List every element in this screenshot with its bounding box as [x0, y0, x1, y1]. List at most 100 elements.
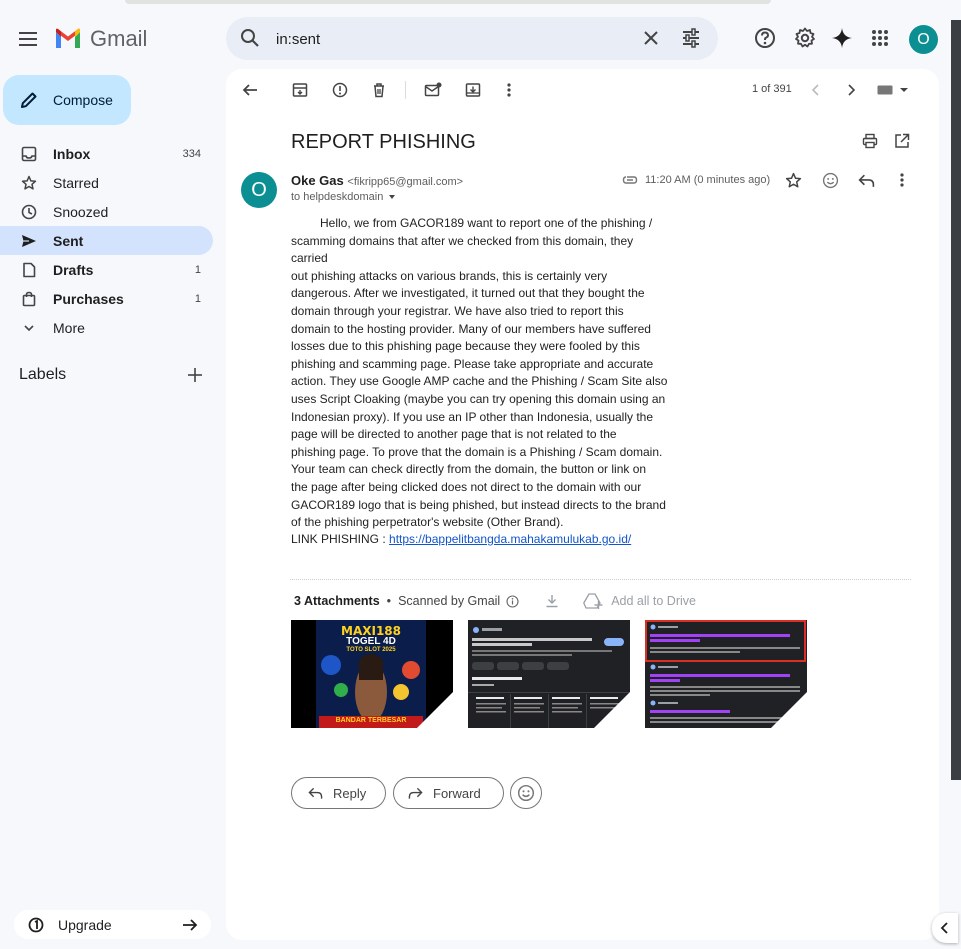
delete-trash-icon[interactable]: [369, 80, 389, 100]
email-body-lines: Hello, we from GACOR189 want to report o…: [291, 215, 671, 532]
mark-unread-icon[interactable]: [423, 80, 443, 100]
older-chevron-right-icon[interactable]: [841, 80, 861, 100]
attachment-thumbnail-1[interactable]: MAXI188 TOGEL 4D TOTO SLOT 2025 BANDAR T…: [291, 620, 453, 728]
search-icon[interactable]: [240, 28, 260, 53]
compose-button[interactable]: Compose: [3, 75, 131, 125]
add-label-plus-icon[interactable]: [186, 366, 204, 389]
emoji-icon: [517, 784, 535, 802]
recipient-text: to helpdeskdomain: [291, 191, 384, 203]
star-icon: [20, 174, 38, 192]
phishing-link-line: LINK PHISHING : https://bappelitbangda.m…: [291, 532, 631, 546]
more-vertical-icon[interactable]: [499, 80, 519, 100]
email-body-line: Your team can check directly from the do…: [291, 462, 647, 477]
sidebar-item-count: 1: [194, 263, 201, 276]
email-body-line: the page after being clicked does not di…: [291, 479, 642, 494]
recipient-details-dropdown-icon[interactable]: [387, 193, 397, 201]
email-body-line: dangerous. After we investigated, it tur…: [291, 286, 645, 301]
attachment-thumbnail-2[interactable]: [468, 620, 630, 728]
email-body-line: page will be directed to another page th…: [291, 427, 617, 442]
email-view: 1 of 391 REPORT PHISHING O Oke Gas <fikr…: [226, 69, 939, 940]
upgrade-button[interactable]: Upgrade: [14, 910, 211, 939]
search-bar[interactable]: [226, 17, 718, 60]
newer-chevron-left-icon[interactable]: [806, 80, 826, 100]
clear-search-icon[interactable]: [642, 29, 660, 52]
email-body-line: GACOR189 logo that is being phished, but…: [291, 497, 666, 512]
add-all-to-drive-label[interactable]: Add all to Drive: [611, 594, 696, 608]
sidebar-item-more[interactable]: More: [0, 313, 213, 342]
thumb-fold: [771, 692, 807, 728]
print-icon[interactable]: [860, 131, 880, 151]
reply-label: Reply: [333, 785, 367, 801]
thumb1-line3: TOTO SLOT 2025: [346, 647, 396, 653]
sidebar-item-purchases[interactable]: Purchases 1: [0, 284, 213, 313]
gmail-logo[interactable]: Gmail: [54, 26, 147, 52]
sender-email: <fikripp65@gmail.com>: [347, 176, 464, 188]
sidebar-item-inbox[interactable]: Inbox 334: [0, 139, 213, 168]
email-body-line: domain to the hosting provider. Many of …: [291, 321, 651, 336]
account-avatar[interactable]: O: [909, 25, 938, 54]
chevron-down-icon: [20, 319, 38, 337]
message-more-vertical-icon[interactable]: [892, 170, 912, 190]
sidebar-item-count: 1: [194, 292, 201, 305]
attachment-clip-icon: [622, 173, 638, 191]
email-subject: REPORT PHISHING: [291, 131, 476, 153]
attachment-thumbnail-3[interactable]: [645, 620, 807, 728]
phishing-url-link[interactable]: https://bappelitbangda.mahakamulukab.go.…: [389, 532, 631, 546]
sidebar-item-drafts[interactable]: Drafts 1: [0, 255, 213, 284]
archive-icon[interactable]: [290, 80, 310, 100]
upgrade-icon: [28, 917, 44, 932]
compose-label: Compose: [53, 92, 113, 108]
reply-arrow-icon[interactable]: [856, 170, 876, 190]
forward-label: Forward: [433, 785, 481, 801]
email-body-line: Hello, we from GACOR189 want to report o…: [320, 216, 653, 230]
email-body-line: uses Script Cloaking (maybe you can try …: [291, 391, 666, 406]
help-icon[interactable]: [753, 26, 777, 50]
email-body-line: action. They use Google AMP cache and th…: [291, 374, 668, 389]
move-to-icon[interactable]: [463, 80, 483, 100]
forward-button[interactable]: Forward: [393, 777, 504, 809]
attachments-count: 3 Attachments: [294, 594, 380, 608]
clock-icon: [20, 203, 38, 221]
thumb1-footer: BANDAR TERBESAR: [335, 717, 407, 724]
email-body-line: domain through your registrar. We have a…: [291, 303, 624, 318]
recipient-line[interactable]: to helpdeskdomain: [291, 191, 397, 203]
add-reaction-emoji-icon[interactable]: [820, 170, 840, 190]
scanned-label: Scanned by Gmail: [398, 594, 501, 608]
sidebar-item-sent[interactable]: Sent: [0, 226, 213, 255]
gmail-logo-icon: [56, 28, 80, 48]
emoji-reaction-button[interactable]: [510, 777, 542, 809]
email-body-line: losses due to this phishing page because…: [291, 339, 640, 354]
sidebar-item-label: Inbox: [53, 145, 91, 162]
open-new-window-icon[interactable]: [892, 131, 912, 151]
sidebar-item-label: Sent: [53, 232, 84, 249]
separator-dot: •: [386, 594, 392, 608]
browser-strip: [125, 0, 771, 4]
apps-grid-icon[interactable]: [868, 26, 892, 50]
add-to-drive-icon[interactable]: [583, 592, 603, 610]
chevron-left-icon: [940, 922, 948, 934]
search-input[interactable]: [276, 27, 636, 51]
back-arrow-icon[interactable]: [240, 80, 260, 100]
download-all-icon[interactable]: [545, 594, 559, 608]
sidebar-item-snoozed[interactable]: Snoozed: [0, 197, 213, 226]
sidebar-item-count: 334: [182, 147, 201, 160]
attachments-divider: [290, 579, 911, 580]
pagination-count: 1 of 391: [752, 83, 792, 95]
search-options-icon[interactable]: [681, 28, 701, 53]
info-icon[interactable]: [506, 594, 519, 608]
background-window-edge: [951, 20, 961, 780]
side-panel-toggle[interactable]: [932, 913, 958, 943]
sidebar-item-label: More: [53, 319, 85, 336]
reply-button[interactable]: Reply: [291, 777, 386, 809]
settings-gear-icon[interactable]: [793, 26, 817, 50]
sidebar-item-starred[interactable]: Starred: [0, 168, 213, 197]
input-tools-keyboard-icon[interactable]: [876, 80, 910, 100]
star-toggle-icon[interactable]: [783, 170, 803, 190]
sidebar-item-label: Starred: [53, 174, 99, 191]
sender-avatar[interactable]: O: [241, 172, 277, 208]
sidebar-item-label: Drafts: [53, 261, 94, 278]
sender-name[interactable]: Oke Gas: [291, 173, 344, 188]
main-menu-icon[interactable]: [14, 24, 44, 54]
report-spam-icon[interactable]: [330, 80, 350, 100]
gemini-sparkle-icon[interactable]: [830, 26, 854, 50]
